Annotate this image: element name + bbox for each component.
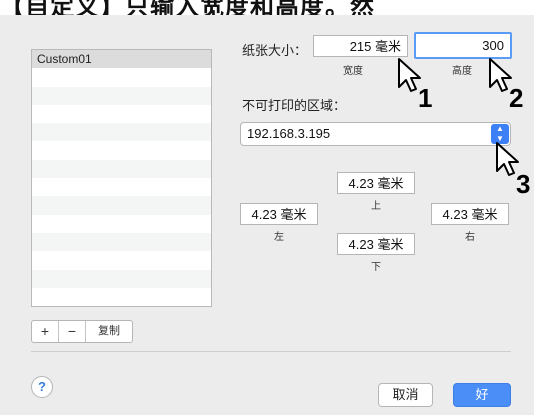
paper-size-list[interactable]: Custom01 bbox=[31, 49, 212, 307]
help-button[interactable]: ? bbox=[31, 376, 53, 398]
top-margin-field[interactable]: 4.23 毫米 bbox=[337, 172, 415, 194]
right-margin-field[interactable]: 4.23 毫米 bbox=[431, 203, 509, 225]
unprintable-area-label: 不可打印的区域： bbox=[242, 98, 347, 113]
printer-select[interactable]: 192.168.3.195 ▲ ▼ bbox=[240, 122, 511, 146]
list-item-label: Custom01 bbox=[37, 52, 92, 66]
list-row-empty bbox=[32, 105, 211, 123]
right-margin-label: 右 bbox=[465, 232, 475, 243]
list-row-empty bbox=[32, 123, 211, 142]
list-row-empty bbox=[32, 196, 211, 215]
callout-number: 2 bbox=[509, 83, 523, 109]
instruction-heading-fragment: 【自定义】只输入宽度和高度。然 bbox=[0, 0, 534, 15]
list-row-empty bbox=[32, 288, 211, 306]
list-row-empty bbox=[32, 178, 211, 196]
paper-size-label: 纸张大小： bbox=[242, 43, 308, 58]
list-row-empty bbox=[32, 215, 211, 233]
cursor-arrow-icon: 1 bbox=[398, 58, 432, 109]
top-margin-label: 上 bbox=[371, 201, 381, 212]
list-row-empty bbox=[32, 232, 211, 252]
divider bbox=[31, 351, 511, 352]
instruction-text: 【自定义】只输入宽度和高度。然 bbox=[0, 0, 375, 15]
cancel-button[interactable]: 取消 bbox=[378, 383, 433, 407]
list-row-empty bbox=[32, 251, 211, 269]
printer-select-value: 192.168.3.195 bbox=[247, 126, 331, 141]
list-row-empty bbox=[32, 68, 211, 86]
left-margin-field[interactable]: 4.23 毫米 bbox=[240, 203, 318, 225]
height-label: 高度 bbox=[452, 66, 472, 77]
bottom-margin-field[interactable]: 4.23 毫米 bbox=[337, 233, 415, 255]
cursor-arrow-icon: 2 bbox=[489, 58, 523, 109]
list-row-empty bbox=[32, 141, 211, 159]
width-field[interactable]: 215 毫米 bbox=[313, 35, 408, 57]
duplicate-button[interactable]: 复制 bbox=[86, 321, 132, 342]
list-row-empty bbox=[32, 159, 211, 179]
left-margin-label: 左 bbox=[274, 232, 284, 243]
list-row-empty bbox=[32, 86, 211, 105]
add-button[interactable]: + bbox=[32, 321, 59, 342]
callout-number: 1 bbox=[418, 83, 432, 109]
ok-button[interactable]: 好 bbox=[453, 383, 511, 407]
width-label: 宽度 bbox=[343, 66, 363, 77]
custom-paper-size-dialog: Custom01 + − 复制 纸张大小： 215 毫米 300 宽度 高度 不… bbox=[0, 15, 534, 415]
height-field[interactable]: 300 bbox=[414, 32, 512, 59]
bottom-margin-label: 下 bbox=[371, 262, 381, 273]
list-row-empty bbox=[32, 269, 211, 288]
list-item[interactable]: Custom01 bbox=[32, 50, 211, 69]
cursor-arrow-icon: 3 bbox=[496, 142, 530, 195]
callout-number: 3 bbox=[516, 169, 530, 195]
remove-button[interactable]: − bbox=[59, 321, 86, 342]
list-action-buttons: + − 复制 bbox=[31, 320, 133, 343]
